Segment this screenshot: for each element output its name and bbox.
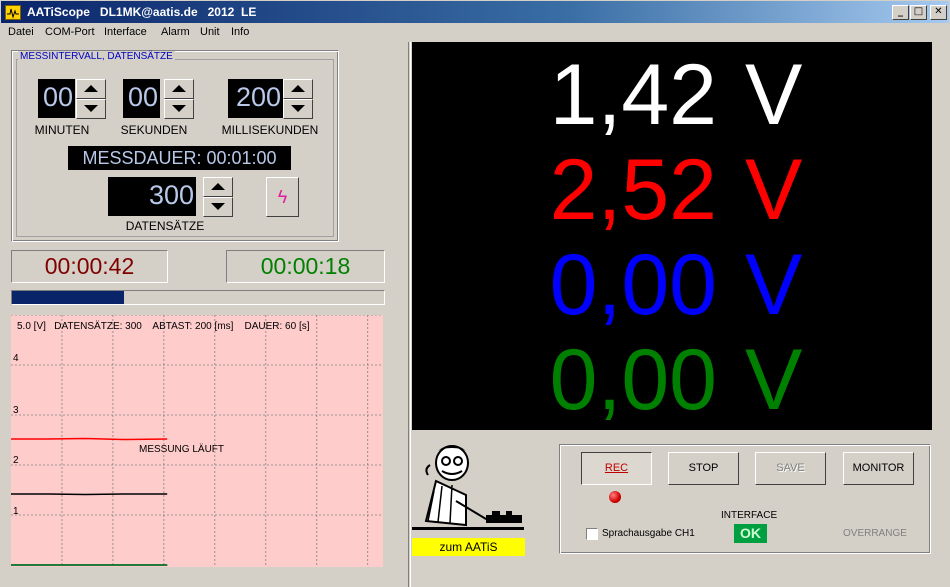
oscilloscope-icon: [5, 5, 21, 20]
progress-fill: [12, 291, 124, 304]
seconds-spinner[interactable]: [164, 79, 194, 119]
datasets-down-arrow-icon[interactable]: [203, 197, 233, 217]
y-tick-label: 4: [13, 353, 19, 364]
menu-interface[interactable]: Interface: [104, 26, 147, 38]
progress-bar: [11, 290, 385, 305]
menu-info[interactable]: Info: [231, 26, 249, 38]
reading-value: 0,00: [549, 332, 717, 428]
stop-button[interactable]: STOP: [668, 452, 739, 485]
messdauer-display: MESSDAUER: 00:01:00: [68, 146, 291, 170]
milliseconds-spinner[interactable]: [283, 79, 313, 119]
plot-canvas: [11, 315, 383, 567]
remaining-time: 00:00:18: [226, 250, 385, 283]
plot-traces: [11, 437, 168, 566]
aatis-link-button[interactable]: zum AATiS: [412, 538, 525, 556]
lightning-icon: ϟ: [277, 187, 288, 207]
datasets-spinner[interactable]: [203, 177, 233, 217]
recording-led-icon: [609, 491, 621, 503]
elapsed-time: 00:00:42: [11, 250, 168, 283]
menu-alarm[interactable]: Alarm: [161, 26, 190, 38]
menu-com-port[interactable]: COM-Port: [45, 26, 95, 38]
milliseconds-label: MILLISEKUNDEN: [221, 123, 319, 137]
milliseconds-display[interactable]: 200: [228, 79, 283, 118]
minutes-up-arrow-icon[interactable]: [76, 79, 106, 99]
milliseconds-down-arrow-icon[interactable]: [283, 99, 313, 119]
minutes-label: MINUTEN: [34, 123, 90, 137]
measurement-status: MESSUNG LÄUFT: [139, 444, 225, 455]
interface-status-badge: OK: [734, 524, 767, 543]
title-bar: AATiScope DL1MK@aatis.de 2012 LE _ □ ✕: [0, 0, 950, 24]
speech-output-checkbox[interactable]: [586, 528, 598, 540]
interface-label: INTERFACE: [721, 510, 778, 521]
reading-value: 2,52: [549, 142, 717, 238]
pane-divider[interactable]: [408, 42, 411, 587]
datasets-up-arrow-icon[interactable]: [203, 177, 233, 197]
seconds-label: SEKUNDEN: [120, 123, 188, 137]
save-button[interactable]: SAVE: [755, 452, 826, 485]
menu-bar: Datei COM-Port Interface Alarm Unit Info: [0, 24, 950, 42]
speech-output-label[interactable]: Sprachausgabe CH1: [602, 528, 695, 539]
minimize-button[interactable]: _: [892, 5, 909, 20]
monitor-button[interactable]: MONITOR: [843, 452, 914, 485]
plot-grid: [11, 315, 383, 567]
reading-unit: V: [745, 237, 803, 333]
window-title: AATiScope DL1MK@aatis.de 2012 LE: [27, 5, 257, 19]
rec-button-label: REC: [604, 462, 629, 474]
seconds-up-arrow-icon[interactable]: [164, 79, 194, 99]
lightning-button[interactable]: ϟ: [266, 177, 299, 217]
y-tick-label: 2: [13, 455, 19, 466]
datasets-display[interactable]: 300: [108, 177, 196, 216]
reading-value: 0,00: [549, 237, 717, 333]
rec-button[interactable]: REC: [581, 452, 652, 485]
milliseconds-up-arrow-icon[interactable]: [283, 79, 313, 99]
plot-header: 5.0 [V] DATENSÄTZE: 300 ABTAST: 200 [ms]…: [17, 321, 310, 332]
trace-line-ch1: [11, 437, 168, 441]
y-tick-label: 1: [13, 506, 19, 517]
interval-group-title: MESSINTERVALL, DATENSÄTZE: [18, 51, 175, 62]
seconds-display[interactable]: 00: [123, 79, 160, 118]
reading-unit: V: [745, 332, 803, 428]
mascot-image: [412, 441, 524, 535]
datasets-label: DATENSÄTZE: [125, 219, 205, 233]
reading-unit: V: [745, 142, 803, 238]
y-tick-label: 3: [13, 405, 19, 416]
minutes-display[interactable]: 00: [38, 79, 75, 118]
voltage-display: 1,42 V 2,52 V 0,00 V 0,00 V: [412, 42, 932, 430]
menu-datei[interactable]: Datei: [8, 26, 34, 38]
menu-unit[interactable]: Unit: [200, 26, 220, 38]
seconds-down-arrow-icon[interactable]: [164, 99, 194, 119]
minutes-down-arrow-icon[interactable]: [76, 99, 106, 119]
trace-line-ch2: [11, 493, 168, 496]
minutes-spinner[interactable]: [76, 79, 106, 119]
reading-unit: V: [745, 47, 803, 143]
close-button[interactable]: ✕: [930, 5, 947, 20]
maximize-button[interactable]: □: [910, 5, 927, 20]
reading-value: 1,42: [549, 47, 717, 143]
oscilloscope-plot: 5.0 [V] DATENSÄTZE: 300 ABTAST: 200 [ms]…: [11, 315, 383, 567]
overrange-indicator: OVERRANGE: [843, 528, 907, 539]
